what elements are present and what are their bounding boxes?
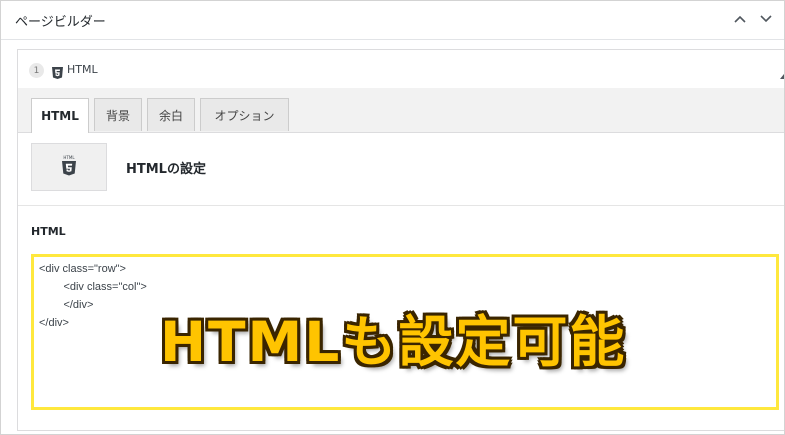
module-name: HTML [67,63,98,76]
code-line: <div class="col"> [39,281,147,293]
tab-margin[interactable]: 余白 [147,98,195,131]
tab-label: 余白 [158,108,183,123]
tab-label: 背景 [105,108,130,123]
html5-icon [52,64,63,83]
box-header: ページビルダー [1,1,784,40]
html5-icon: HTML [62,154,76,180]
settings-icon-box: HTML [31,143,107,191]
chevron-down-icon[interactable] [757,10,775,28]
overlay-caption: HTMLも設定可能 [160,310,627,374]
box-title: ページビルダー [15,15,106,30]
tab-label: オプション [214,108,275,123]
code-line: <div class="row"> [39,263,126,275]
chevron-up-icon[interactable] [731,10,749,28]
collapse-arrow-icon[interactable] [780,64,784,83]
tab-background[interactable]: 背景 [94,98,142,131]
settings-header: HTML HTMLの設定 [18,133,784,206]
tabs-bar: HTML 背景 余白 オプション [18,88,784,133]
tab-html[interactable]: HTML [31,98,89,133]
module-index: 1 [29,63,44,78]
module-header[interactable]: 1 HTML [18,50,784,89]
svg-text:HTML: HTML [63,155,75,160]
html-field-label: HTML [31,225,66,238]
settings-title: HTMLの設定 [126,162,206,177]
tab-options[interactable]: オプション [200,98,289,131]
tab-label: HTML [41,109,79,123]
